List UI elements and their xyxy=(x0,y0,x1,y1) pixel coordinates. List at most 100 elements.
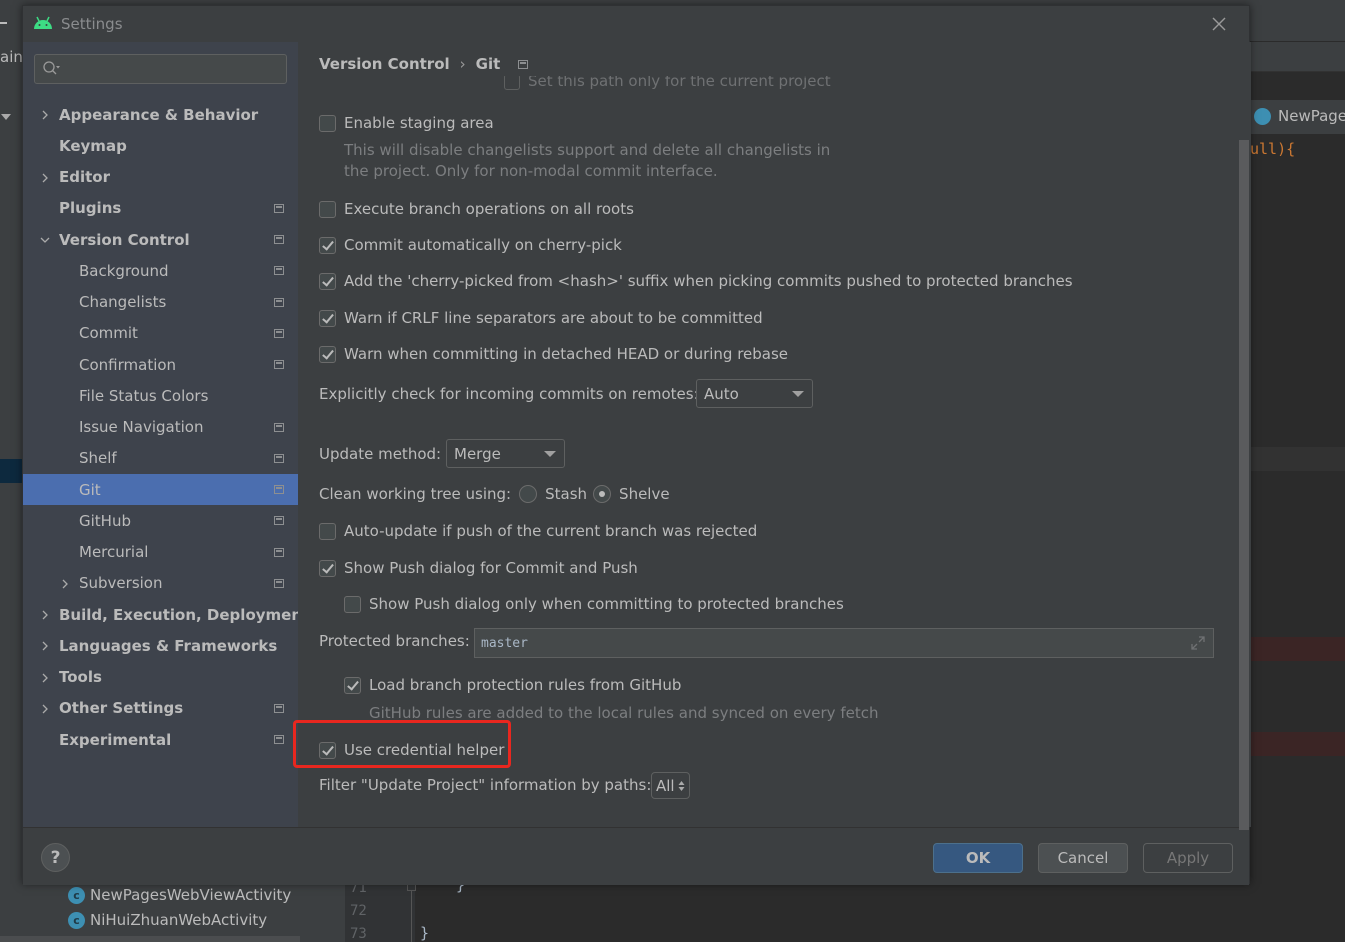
tree-item[interactable]: c NiHuiZhuanWebActivity xyxy=(68,911,267,929)
checkbox[interactable] xyxy=(344,595,361,613)
sidebar-item-file-status-colors[interactable]: File Status Colors xyxy=(23,380,298,411)
project-level-icon xyxy=(274,328,284,338)
sidebar-item-label: File Status Colors xyxy=(79,386,209,405)
content-scrollbar[interactable] xyxy=(1239,140,1249,830)
code-text: ull){ xyxy=(1250,140,1296,158)
sidebar-item-other-settings[interactable]: Other Settings xyxy=(23,693,298,724)
checkbox[interactable] xyxy=(319,236,336,254)
line-number: 72 xyxy=(350,903,367,919)
sidebar-item-issue-navigation[interactable]: Issue Navigation xyxy=(23,412,298,443)
tree-item-label: NewPagesWebViewActivity xyxy=(90,886,292,904)
incoming-check-dropdown[interactable]: Auto xyxy=(696,379,813,408)
editor-tab[interactable]: NewPage xyxy=(1250,100,1345,134)
chevron-right-icon[interactable] xyxy=(38,608,52,622)
sidebar-item-editor[interactable]: Editor xyxy=(23,162,298,193)
close-icon[interactable] xyxy=(1209,14,1229,34)
settings-dialog: Settings Appearance & Behavior Keymap Edit… xyxy=(22,5,1251,885)
credential-helper-label: Use credential helper xyxy=(344,741,505,759)
breadcrumb: Version Control › Git xyxy=(319,52,1229,76)
sidebar-item-subversion[interactable]: Subversion xyxy=(23,568,298,599)
tree-item[interactable]: c NewPagesWebViewActivity xyxy=(68,886,291,904)
sidebar-item-changelists[interactable]: Changelists xyxy=(23,287,298,318)
sidebar-item-experimental[interactable]: Experimental xyxy=(23,724,298,755)
minimize-icon[interactable] xyxy=(0,22,7,24)
breadcrumb-separator: › xyxy=(459,55,466,73)
sidebar-item-tools[interactable]: Tools xyxy=(23,662,298,693)
checkbox[interactable] xyxy=(319,345,336,363)
radio-button[interactable] xyxy=(519,485,538,503)
sidebar-item-background[interactable]: Background xyxy=(23,255,298,286)
branch-all-roots-checkbox[interactable]: Execute branch operations on all roots xyxy=(319,200,634,218)
sidebar-item-appearance-behavior[interactable]: Appearance & Behavior xyxy=(23,99,298,130)
apply-button[interactable]: Apply xyxy=(1143,843,1233,873)
cancel-button[interactable]: Cancel xyxy=(1038,843,1128,873)
sidebar-item-plugins[interactable]: Plugins xyxy=(23,193,298,224)
checkbox[interactable] xyxy=(319,114,336,132)
staging-hint: This will disable changelists support an… xyxy=(344,140,830,182)
search-input[interactable] xyxy=(63,58,278,80)
ok-button[interactable]: OK xyxy=(933,843,1023,873)
sidebar-item-git[interactable]: Git xyxy=(23,474,298,505)
sidebar-item-shelf[interactable]: Shelf xyxy=(23,443,298,474)
settings-search[interactable] xyxy=(34,54,287,84)
project-level-icon xyxy=(274,578,284,588)
line-number: 73 xyxy=(350,926,367,942)
help-button[interactable]: ? xyxy=(41,843,70,872)
update-method-value: Merge xyxy=(454,444,501,463)
breadcrumb-parent[interactable]: Version Control xyxy=(319,55,450,73)
radio-stash[interactable]: Stash xyxy=(519,485,587,503)
sidebar-item-github[interactable]: GitHub xyxy=(23,505,298,536)
radio-button[interactable] xyxy=(593,485,612,503)
settings-sidebar: Appearance & Behavior Keymap Editor Plugins… xyxy=(23,42,309,827)
class-icon: c xyxy=(68,911,85,929)
chevron-right-icon[interactable] xyxy=(58,577,72,591)
checkbox[interactable] xyxy=(319,741,336,759)
sidebar-item-commit[interactable]: Commit xyxy=(23,318,298,349)
checkbox[interactable] xyxy=(319,272,336,290)
checkbox[interactable] xyxy=(319,559,336,577)
sidebar-item-languages-frameworks[interactable]: Languages & Frameworks xyxy=(23,630,298,661)
chevron-right-icon[interactable] xyxy=(38,702,52,716)
dialog-titlebar[interactable]: Settings xyxy=(23,6,1249,43)
sidebar-item-keymap[interactable]: Keymap xyxy=(23,130,298,161)
warn-crlf-checkbox[interactable]: Warn if CRLF line separators are about t… xyxy=(319,309,763,327)
sidebar-item-build-execution-deployment[interactable]: Build, Execution, Deployment xyxy=(23,599,309,630)
auto-update-push-checkbox[interactable]: Auto-update if push of the current branc… xyxy=(319,522,757,540)
chevron-down-icon[interactable] xyxy=(38,233,52,247)
filter-update-spinner[interactable]: All xyxy=(651,772,690,799)
sidebar-item-confirmation[interactable]: Confirmation xyxy=(23,349,298,380)
warn-detached-checkbox[interactable]: Warn when committing in detached HEAD or… xyxy=(319,345,788,363)
commit-cherry-pick-checkbox[interactable]: Commit automatically on cherry-pick xyxy=(319,236,622,254)
protected-branches-input[interactable]: master xyxy=(474,628,1214,658)
spinner-arrows-icon xyxy=(678,780,685,791)
project-level-icon xyxy=(274,297,284,307)
chevron-right-icon[interactable] xyxy=(38,171,52,185)
ide-left-selection xyxy=(0,459,23,483)
cherry-picked-suffix-checkbox[interactable]: Add the 'cherry-picked from <hash>' suff… xyxy=(319,272,1073,290)
expand-icon[interactable] xyxy=(1191,636,1205,650)
credential-helper-checkbox[interactable]: Use credential helper xyxy=(319,741,504,759)
radio-shelve[interactable]: Shelve xyxy=(593,485,670,503)
chevron-right-icon[interactable] xyxy=(38,671,52,685)
project-level-icon xyxy=(274,360,284,369)
sidebar-item-label: GitHub xyxy=(79,511,131,530)
chevron-right-icon[interactable] xyxy=(38,108,52,122)
enable-staging-checkbox[interactable]: Enable staging area xyxy=(319,114,494,132)
checkbox[interactable] xyxy=(319,200,336,218)
incoming-check-label: Explicitly check for incoming commits on… xyxy=(319,385,699,403)
sidebar-item-label: Subversion xyxy=(79,574,163,593)
checkbox[interactable] xyxy=(344,676,361,694)
sidebar-item-label: Experimental xyxy=(59,730,172,749)
checkbox[interactable] xyxy=(319,522,336,540)
checkbox[interactable] xyxy=(319,309,336,327)
update-method-dropdown[interactable]: Merge xyxy=(446,439,565,468)
load-github-rules-checkbox[interactable]: Load branch protection rules from GitHub xyxy=(344,676,681,694)
sidebar-item-version-control[interactable]: Version Control xyxy=(23,224,298,255)
sidebar-item-mercurial[interactable]: Mercurial xyxy=(23,537,298,568)
push-only-protected-checkbox[interactable]: Show Push dialog only when committing to… xyxy=(344,595,844,613)
sidebar-item-label: Issue Navigation xyxy=(79,418,204,436)
chevron-right-icon[interactable] xyxy=(38,639,52,653)
project-level-icon xyxy=(274,547,284,557)
show-push-dialog-checkbox[interactable]: Show Push dialog for Commit and Push xyxy=(319,559,638,577)
dropdown-arrow-icon[interactable] xyxy=(1,114,11,120)
